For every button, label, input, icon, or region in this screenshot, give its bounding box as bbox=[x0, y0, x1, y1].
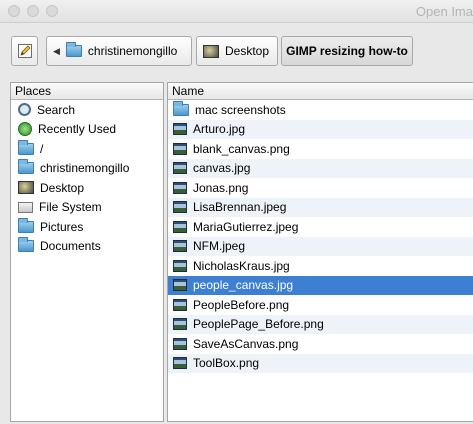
file-name: mac screenshots bbox=[195, 102, 286, 117]
file-row-selected[interactable]: people_canvas.jpg bbox=[168, 275, 473, 295]
image-file-icon bbox=[173, 279, 187, 292]
image-file-icon bbox=[173, 123, 187, 136]
file-row[interactable]: Jonas.png bbox=[168, 178, 473, 198]
folder-icon bbox=[173, 100, 189, 116]
file-name: Jonas.png bbox=[193, 180, 249, 195]
image-file-icon bbox=[173, 142, 187, 155]
type-location-button[interactable] bbox=[11, 36, 38, 66]
image-file-icon bbox=[173, 357, 187, 370]
places-item-label: Documents bbox=[40, 239, 101, 254]
folder-icon bbox=[65, 42, 82, 57]
places-item-file-system[interactable]: File System bbox=[11, 198, 163, 218]
file-row[interactable]: Arturo.jpg bbox=[168, 119, 473, 139]
file-name: NFM.jpeg bbox=[193, 239, 246, 254]
search-icon bbox=[18, 103, 31, 117]
file-name: ToolBox.png bbox=[193, 356, 260, 371]
file-row[interactable]: MariaGutierrez.jpeg bbox=[168, 217, 473, 237]
file-list-panel: Name mac screenshots Arturo.jpg blank_ca… bbox=[167, 82, 473, 422]
file-name: blank_canvas.png bbox=[193, 141, 290, 156]
places-item-label: christinemongillo bbox=[40, 161, 130, 176]
image-file-icon bbox=[173, 240, 187, 253]
recent-icon bbox=[18, 122, 32, 137]
places-item-documents[interactable]: Documents bbox=[11, 237, 163, 257]
file-name: canvas.jpg bbox=[193, 161, 251, 176]
image-file-icon bbox=[173, 298, 187, 311]
places-panel: Places Search Recently Used / christinem… bbox=[10, 82, 164, 422]
places-item-label: Desktop bbox=[40, 180, 85, 195]
image-file-icon bbox=[173, 201, 187, 214]
file-name: PeoplePage_Before.png bbox=[193, 317, 324, 332]
places-item-label: Recently Used bbox=[38, 122, 117, 137]
drive-icon bbox=[18, 201, 33, 213]
column-header-label: Name bbox=[172, 84, 205, 98]
window-title: Open Ima bbox=[415, 4, 473, 19]
places-item-root[interactable]: / bbox=[11, 139, 163, 159]
title-bar: Open Ima bbox=[0, 0, 473, 23]
breadcrumb-gimp-resizing-how-to[interactable]: GIMP resizing how-to bbox=[281, 36, 413, 66]
places-item-desktop[interactable]: Desktop bbox=[11, 178, 163, 198]
places-item-label: Search bbox=[37, 102, 76, 117]
image-file-icon bbox=[173, 162, 187, 175]
file-row[interactable]: ToolBox.png bbox=[168, 353, 473, 373]
desktop-icon bbox=[18, 181, 34, 195]
image-file-icon bbox=[173, 259, 187, 272]
folder-icon bbox=[18, 159, 34, 175]
path-toolbar: ◀ christinemongillo Desktop GIMP resizin… bbox=[0, 23, 473, 77]
file-row[interactable]: blank_canvas.png bbox=[168, 139, 473, 159]
file-row[interactable]: NFM.jpeg bbox=[168, 236, 473, 256]
breadcrumb-label: Desktop bbox=[225, 44, 270, 58]
breadcrumb-label: GIMP resizing how-to bbox=[286, 44, 408, 58]
image-file-icon bbox=[173, 318, 187, 331]
image-file-icon bbox=[173, 220, 187, 233]
file-name: LisaBrennan.jpeg bbox=[193, 200, 287, 215]
places-item-label: Pictures bbox=[40, 219, 84, 234]
file-row[interactable]: SaveAsCanvas.png bbox=[168, 334, 473, 354]
folder-icon bbox=[18, 139, 34, 155]
file-row[interactable]: canvas.jpg bbox=[168, 158, 473, 178]
file-row[interactable]: NicholasKraus.jpg bbox=[168, 256, 473, 276]
places-item-label: File System bbox=[39, 200, 102, 215]
desktop-icon bbox=[203, 44, 219, 58]
file-name: Arturo.jpg bbox=[193, 122, 246, 137]
pencil-icon bbox=[17, 44, 32, 58]
folder-icon bbox=[18, 217, 34, 233]
places-item-pictures[interactable]: Pictures bbox=[11, 217, 163, 237]
file-row[interactable]: PeoplePage_Before.png bbox=[168, 314, 473, 334]
file-name: PeopleBefore.png bbox=[193, 297, 290, 312]
breadcrumb-label: christinemongillo bbox=[87, 44, 178, 58]
minimize-window-button[interactable] bbox=[27, 5, 39, 17]
scroll-left-arrow-icon[interactable]: ◀ bbox=[53, 46, 60, 57]
file-name: MariaGutierrez.jpeg bbox=[193, 219, 299, 234]
folder-icon bbox=[18, 237, 34, 253]
places-item-recently-used[interactable]: Recently Used bbox=[11, 120, 163, 140]
file-name: SaveAsCanvas.png bbox=[193, 336, 299, 351]
file-row[interactable]: PeopleBefore.png bbox=[168, 295, 473, 315]
close-window-button[interactable] bbox=[8, 5, 20, 17]
breadcrumb-desktop[interactable]: Desktop bbox=[196, 36, 278, 66]
places-item-label: / bbox=[40, 141, 44, 156]
breadcrumb-christinemongillo[interactable]: ◀ christinemongillo bbox=[46, 36, 192, 66]
places-header: Places bbox=[11, 83, 163, 100]
image-file-icon bbox=[173, 337, 187, 350]
file-name: NicholasKraus.jpg bbox=[193, 258, 290, 273]
zoom-window-button[interactable] bbox=[46, 5, 58, 17]
name-column-header[interactable]: Name bbox=[168, 83, 473, 100]
image-file-icon bbox=[173, 181, 187, 194]
file-row[interactable]: LisaBrennan.jpeg bbox=[168, 197, 473, 217]
file-row[interactable]: mac screenshots bbox=[168, 100, 473, 120]
places-item-search[interactable]: Search bbox=[11, 100, 163, 120]
places-item-christinemongillo[interactable]: christinemongillo bbox=[11, 159, 163, 179]
file-name: people_canvas.jpg bbox=[193, 278, 294, 293]
